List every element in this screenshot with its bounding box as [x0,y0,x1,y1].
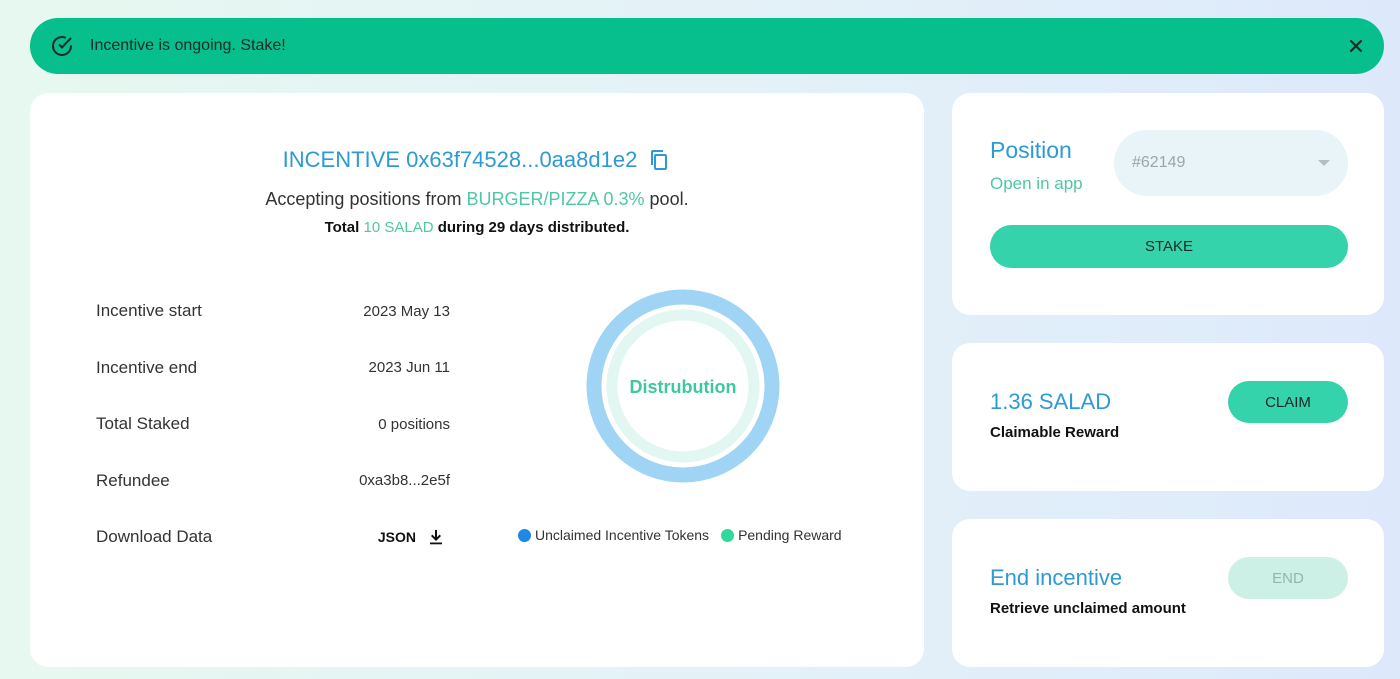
position-select[interactable]: #62149 [1114,130,1348,196]
legend-swatch [518,528,531,542]
total-suffix: during 29 days distributed. [433,219,630,236]
claim-button[interactable]: CLAIM [1228,381,1348,423]
detail-label: Incentive start [96,301,202,321]
position-select-value: #62149 [1132,154,1186,171]
position-heading: Position [990,137,1072,163]
detail-value: 2023 Jun 11 [368,359,450,377]
total-prefix: Total [324,219,364,236]
legend-item[interactable]: Unclaimed Incentive Tokens [518,527,709,543]
claimable-amount: 1.36 SALAD [990,389,1112,414]
incentive-title-row: INCENTIVE 0x63f74528...0aa8d1e2 [30,147,924,173]
chart-legend: Unclaimed Incentive Tokens Pending Rewar… [518,527,842,543]
download-icon [428,529,444,545]
end-button[interactable]: END [1228,557,1348,599]
detail-value: 0xa3b8...2e5f [359,472,450,490]
incentive-card: INCENTIVE 0x63f74528...0aa8d1e2 Acceptin… [30,93,924,667]
claimable-reward-label: Claimable Reward [990,424,1120,441]
detail-label: Incentive end [96,357,198,377]
distribution-donut-chart: Distrubution [586,289,780,483]
total-amount: 10 SALAD [363,219,434,236]
end-incentive-card: End incentive Retrieve unclaimed amount … [952,519,1384,667]
detail-row: Incentive start 2023 May 13 [96,283,450,340]
status-banner: Incentive is ongoing. Stake! [30,18,1384,74]
legend-label: Pending Reward [738,527,842,543]
stake-button[interactable]: STAKE [990,225,1348,268]
pool-link[interactable]: BURGER/PIZZA 0.3% [466,189,644,209]
incentive-title: INCENTIVE 0x63f74528...0aa8d1e2 [282,147,638,172]
download-json-button[interactable]: JSON [378,529,450,545]
chevron-down-icon [1318,160,1330,166]
legend-item[interactable]: Pending Reward [721,527,842,543]
detail-value: 0 positions [378,415,450,433]
incentive-details: Incentive start 2023 May 13 Incentive en… [96,283,450,566]
banner-message: Incentive is ongoing. Stake! [90,37,286,54]
accepting-positions-text: Accepting positions from BURGER/PIZZA 0.… [30,189,924,210]
legend-label: Unclaimed Incentive Tokens [535,527,710,543]
claim-card: 1.36 SALAD Claimable Reward CLAIM [952,343,1384,491]
accepting-suffix: pool. [644,189,689,209]
detail-row: Refundee 0xa3b8...2e5f [96,453,450,510]
accepting-prefix: Accepting positions from [265,189,467,209]
position-card: Position Open in app #62149 STAKE [952,93,1384,315]
copy-icon[interactable] [647,148,671,172]
end-incentive-description: Retrieve unclaimed amount [990,600,1186,617]
detail-label: Refundee [96,470,170,490]
detail-value: 2023 May 13 [363,302,450,320]
detail-label: Total Staked [96,414,190,434]
detail-row: Incentive end 2023 Jun 11 [96,340,450,397]
detail-row: Total Staked 0 positions [96,396,450,453]
total-distribution-text: Total 10 SALAD during 29 days distribute… [30,219,924,236]
download-label: Download Data [96,527,213,547]
open-in-app-link[interactable]: Open in app [990,174,1083,194]
download-row: Download Data JSON [96,509,450,566]
check-circle-icon [50,34,74,58]
end-incentive-heading: End incentive [990,565,1123,590]
legend-swatch [721,528,735,542]
donut-center-label: Distrubution [630,377,737,397]
close-icon[interactable] [1344,34,1368,58]
download-format: JSON [377,529,416,546]
